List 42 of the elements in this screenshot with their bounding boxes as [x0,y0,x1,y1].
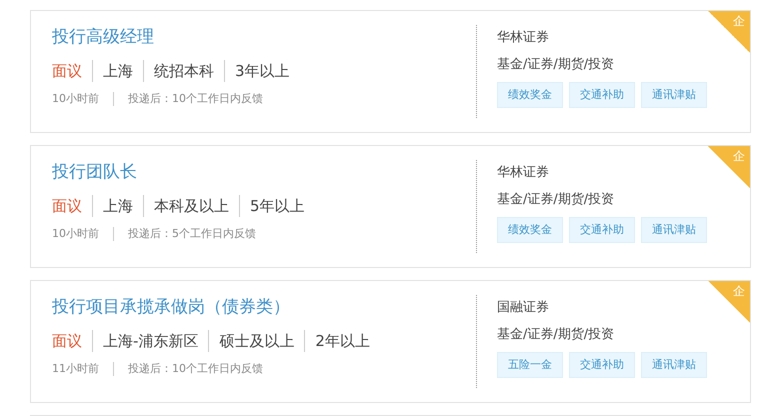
job-title[interactable]: 投行团队长 [52,160,476,184]
corner-badge: 企 [708,281,750,323]
corner-badge: 企 [708,146,750,188]
education-text: 统招本科 [143,60,214,82]
experience-text: 5年以上 [239,195,305,217]
salary-text: 面议 [52,61,82,82]
benefit-tag: 交通补助 [569,217,635,243]
company-name[interactable]: 华林证券 [497,164,707,182]
benefit-tag: 交通补助 [569,352,635,378]
location-text: 上海-浦东新区 [92,330,198,352]
experience-text: 2年以上 [304,330,370,352]
location-text: 上海 [92,195,133,217]
salary-text: 面议 [52,331,82,352]
job-card[interactable]: 投行高级经理 面议 上海 统招本科 3年以上 10小时前 投递后：10个工作日内反馈 华林证券 基金/证券/期货/投资 绩效奖金 交通补助 通讯津贴 企 [30,10,751,133]
salary-text: 面议 [52,196,82,217]
benefit-tag: 绩效奖金 [497,217,563,243]
job-card[interactable]: 投行团队长 面议 上海 本科及以上 5年以上 10小时前 投递后：5个工作日内反馈 华林证券 基金/证券/期货/投资 绩效奖金 交通补助 通讯津贴 企 [30,145,751,268]
benefit-tag: 交通补助 [569,82,635,108]
industry-text: 基金/证券/期货/投资 [497,56,616,74]
company-name[interactable]: 国融证券 [497,299,707,317]
posted-time: 10小时前 [52,227,99,241]
posted-time: 10小时前 [52,92,99,106]
job-title[interactable]: 投行高级经理 [52,25,476,49]
feedback-text: 投递后：10个工作日内反馈 [113,362,263,376]
industry-text: 基金/证券/期货/投资 [497,326,616,344]
posted-time: 11小时前 [52,362,99,376]
education-text: 本科及以上 [143,195,229,217]
feedback-text: 投递后：5个工作日内反馈 [113,227,256,241]
benefit-tag: 通讯津贴 [641,82,707,108]
benefit-tag: 绩效奖金 [497,82,563,108]
job-title[interactable]: 投行项目承揽承做岗（债券类） [52,295,476,319]
location-text: 上海 [92,60,133,82]
benefit-tag: 通讯津贴 [641,352,707,378]
experience-text: 3年以上 [224,60,290,82]
industry-text: 基金/证券/期货/投资 [497,191,616,209]
corner-badge: 企 [708,11,750,53]
benefit-tag: 五险一金 [497,352,563,378]
job-card[interactable]: 投行项目承揽承做岗（债券类） 面议 上海-浦东新区 硕士及以上 2年以上 11小时前 投递后：10个工作日内反馈 国融证券 基金/证券/期货/投资 五险一金 交通补助 通讯津贴 企 [30,280,751,403]
education-text: 硕士及以上 [208,330,294,352]
feedback-text: 投递后：10个工作日内反馈 [113,92,263,106]
benefit-tag: 通讯津贴 [641,217,707,243]
company-name[interactable]: 华林证券 [497,29,707,47]
